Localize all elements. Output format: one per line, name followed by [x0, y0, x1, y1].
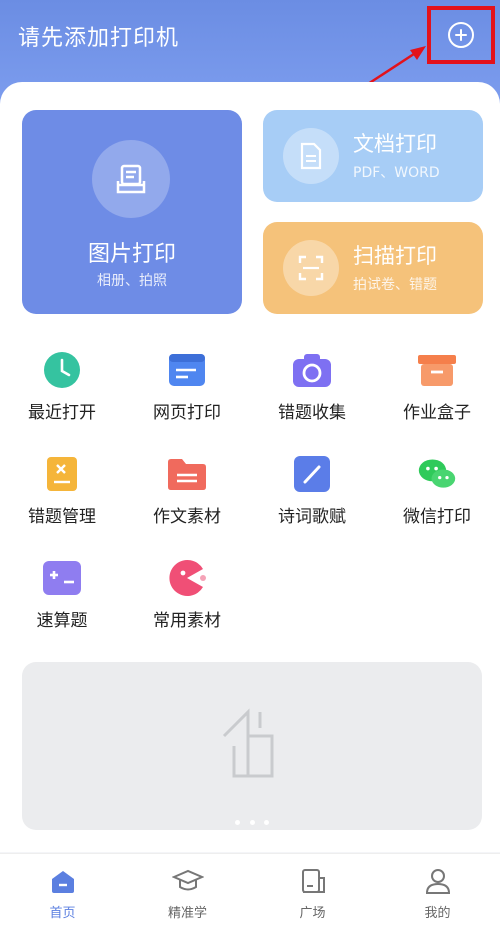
tab-mine[interactable]: 我的	[375, 868, 500, 921]
grid-item-webpage[interactable]: 网页打印	[125, 350, 249, 440]
material-icon	[167, 558, 207, 598]
add-printer-button[interactable]	[427, 6, 495, 64]
grid-label: 最近打开	[28, 403, 96, 423]
grid-label: 常用素材	[153, 611, 221, 631]
grid-item-poetry[interactable]: 诗词歌赋	[250, 454, 374, 544]
document-icon	[283, 128, 339, 184]
plus-circle-icon	[448, 22, 474, 48]
grid-label: 错题管理	[28, 507, 96, 527]
grid-label: 作文素材	[153, 507, 221, 527]
document-print-card[interactable]: 文档打印 PDF、WORD	[263, 110, 483, 202]
home-icon	[51, 871, 74, 893]
grid-item-recent[interactable]: 最近打开	[0, 350, 124, 440]
photo-print-icon	[92, 140, 170, 218]
main-content: 图片打印 相册、拍照 文档打印 PDF、WORD 扫描打印 拍试卷、错题 最近打…	[0, 82, 500, 852]
box-icon	[417, 350, 457, 390]
document-print-title: 文档打印	[353, 132, 437, 156]
banner-carousel[interactable]	[22, 662, 482, 830]
folder-icon	[167, 454, 207, 494]
tab-label: 我的	[424, 906, 451, 921]
mistake-doc-icon	[42, 454, 82, 494]
grid-label: 作业盒子	[403, 403, 471, 423]
grid-item-mistake-manage[interactable]: 错题管理	[0, 454, 124, 544]
tab-home[interactable]: 首页	[0, 868, 125, 921]
photo-print-title: 图片打印	[87, 242, 176, 267]
tab-precise-learning[interactable]: 精准学	[125, 868, 250, 921]
scan-print-subtitle: 拍试卷、错题	[353, 277, 437, 293]
grid-item-homework-box[interactable]: 作业盒子	[375, 350, 499, 440]
carousel-dots	[22, 810, 482, 829]
graduation-cap-icon	[170, 869, 205, 891]
tab-label: 首页	[49, 906, 76, 921]
scan-print-card[interactable]: 扫描打印 拍试卷、错题	[263, 222, 483, 314]
photo-print-subtitle: 相册、拍照	[97, 273, 167, 289]
bottom-tab-bar: 首页 精准学 广场 我的	[0, 853, 500, 934]
grid-label: 错题收集	[278, 403, 346, 423]
grid-item-common-material[interactable]: 常用素材	[125, 558, 249, 648]
grid-label: 速算题	[36, 611, 88, 631]
scan-print-title: 扫描打印	[353, 244, 437, 268]
image-placeholder-icon	[222, 708, 274, 778]
scan-icon	[283, 240, 339, 296]
plaza-icon	[301, 869, 325, 893]
pen-icon	[292, 454, 332, 494]
grid-label: 诗词歌赋	[278, 507, 346, 527]
carousel-dot[interactable]	[263, 820, 269, 825]
tab-plaza[interactable]: 广场	[250, 868, 375, 921]
user-icon	[425, 869, 450, 894]
carousel-dot[interactable]	[235, 820, 241, 825]
carousel-dot[interactable]	[249, 820, 255, 825]
camera-icon	[292, 350, 332, 390]
document-print-subtitle: PDF、WORD	[353, 165, 440, 181]
grid-label: 网页打印	[153, 403, 221, 423]
webpage-icon	[167, 350, 207, 390]
grid-item-wechat-print[interactable]: 微信打印	[375, 454, 499, 544]
wechat-icon	[417, 454, 457, 494]
grid-item-essay-material[interactable]: 作文素材	[125, 454, 249, 544]
grid-label: 微信打印	[403, 507, 471, 527]
page-title: 请先添加打印机	[18, 26, 180, 51]
grid-item-quick-math[interactable]: 速算题	[0, 558, 124, 648]
grid-item-mistake-collect[interactable]: 错题收集	[250, 350, 374, 440]
clock-icon	[42, 350, 82, 390]
photo-print-card[interactable]: 图片打印 相册、拍照	[22, 110, 242, 314]
math-icon	[42, 558, 82, 598]
tab-label: 广场	[299, 906, 326, 921]
tab-label: 精准学	[167, 906, 207, 921]
